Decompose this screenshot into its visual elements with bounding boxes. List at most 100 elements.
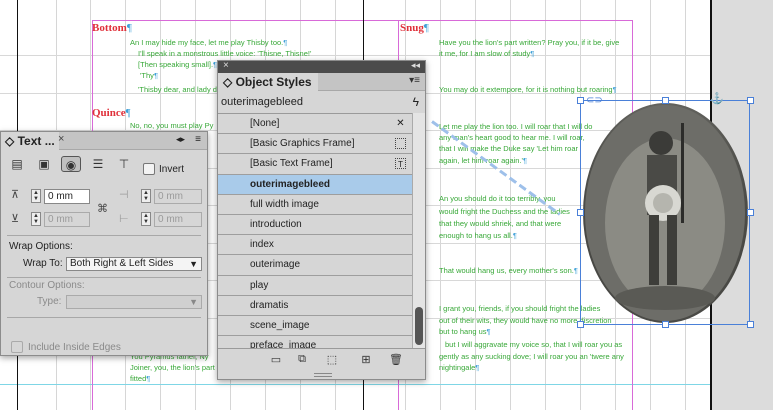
new-style-icon[interactable]: ⊞ [358,353,374,367]
margin-guide [92,20,632,21]
right-offset-stepper[interactable]: ▲ ▼ [141,212,151,226]
anchor-icon[interactable]: ⚓ [710,92,724,105]
frame-handle[interactable] [662,321,669,328]
chevron-down-icon: ▼ [189,297,198,307]
verse-line: Joiner, you, the lion's part [130,363,215,372]
contour-options-label: Contour Options: [9,280,85,291]
verse-line: Let me play the lion too. I will roar th… [439,122,593,131]
no-wrap-icon[interactable]: ▤ [7,156,27,172]
style-item[interactable]: [Basic Graphics Frame] [218,134,412,155]
verse-line: Have you the lion's part written? Pray y… [439,38,620,47]
panel-menu-icon[interactable]: ≡ [195,134,201,145]
style-item-label: [Basic Graphics Frame] [250,138,355,150]
verse-line: [Then speaking small].¶ [138,60,218,69]
panel-title: Object Styles [235,75,312,89]
jump-next-column-icon[interactable]: ⊤ [114,156,134,172]
include-inside-edges-checkbox[interactable] [11,341,23,353]
expand-icon[interactable]: ◂▸ [176,134,185,145]
top-offset-stepper[interactable]: ▲ ▼ [31,189,41,203]
wrap-object-shape-icon[interactable]: ◉ [61,156,81,172]
top-offset-field[interactable]: 0 mm [44,189,90,204]
wrap-to-select[interactable]: Both Right & Left Sides ▼ [66,257,202,271]
verse-line: nightingale¶ [439,363,480,372]
chevron-down-icon: ▼ [189,259,198,269]
bottom-offset-field[interactable]: 0 mm [44,212,90,227]
verse-line: but to hang us¶ [439,327,491,336]
chain-link-icon[interactable]: ⌘ [97,202,108,215]
baseline-guide [0,384,773,385]
verse-line: 'Thy¶ [140,71,158,80]
wrap-bounding-box-icon[interactable]: ▣ [34,156,54,172]
frame-handle[interactable] [747,321,754,328]
style-item-label: [Basic Text Frame] [250,158,333,170]
panel-tab-text-wrap[interactable]: ◇ Text ... [1,132,59,150]
frame-handle[interactable] [577,97,584,104]
frame-handle[interactable] [577,321,584,328]
frame-handle[interactable] [747,209,754,216]
left-offset-stepper[interactable]: ▲ ▼ [141,189,151,203]
verse-line: 'Thisby dear, and lady d [138,85,217,94]
panel-menu-icon[interactable]: ▾≡ [409,75,420,86]
style-item-label: outerimage [250,259,301,271]
bottom-offset-icon: ⊻ [11,213,20,225]
frame-handle[interactable] [662,97,669,104]
style-item[interactable]: play [218,276,412,296]
text-wrap-panel: ◇ Text ... × ◂▸ ≡ ▤ ▣ ◉ ☰ ⊤ Invert ⊼ ▲ ▼ … [0,131,208,356]
invert-label: Invert [159,164,185,175]
style-item[interactable]: full width image [218,195,412,215]
panel-collapse-icon: ◇ [5,134,15,148]
text-frame-icon: T [395,158,406,170]
style-item[interactable]: scene_image [218,316,412,337]
delete-icon[interactable]: 🗑 [388,353,404,367]
invert-checkbox[interactable] [143,163,155,175]
style-item[interactable]: index [218,235,412,256]
scrollbar-thumb[interactable] [415,307,423,345]
style-item-label: index [250,239,274,251]
panel-footer: ▭ ⧉ ⬚ ⊞ 🗑 [218,348,425,379]
jump-object-icon[interactable]: ☰ [88,156,108,172]
collapse-icon[interactable]: ◂◂ [411,60,420,71]
style-item-label: play [250,279,269,291]
verse-line: that I will make the Duke say 'Let him r… [439,144,578,153]
frame-handle[interactable] [747,97,754,104]
style-item[interactable]: dramatis [218,296,412,316]
type-label: Type: [37,296,62,307]
style-item[interactable]: [None] ✕ [218,114,412,135]
style-item-selected[interactable]: outerimagebleed [218,174,412,195]
speaker-label: Snug¶ [400,22,429,34]
panel-tab-object-styles[interactable]: ◇ Object Styles [218,73,318,91]
style-item[interactable]: outerimage [218,255,412,276]
verse-line: it me, for I am slow of study¶ [439,49,535,58]
style-item[interactable]: introduction [218,215,412,236]
link-icon[interactable]: ⊂⊃ [586,95,603,106]
style-item-label: full width image [250,198,319,210]
style-item-label: dramatis [250,299,289,311]
wrap-to-value: Both Right & Left Sides [70,258,174,269]
divider [7,277,201,278]
close-icon[interactable]: × [223,60,229,71]
list-scrollbar[interactable] [412,113,425,349]
right-offset-icon: ⊢ [119,213,129,225]
grid-line [0,55,773,56]
top-offset-icon: ⊼ [11,189,20,201]
panel-title: Text ... [17,134,55,148]
close-icon[interactable]: × [58,133,64,145]
left-offset-field[interactable]: 0 mm [154,189,202,204]
image-frame[interactable] [580,100,750,325]
quick-apply-icon[interactable]: ϟ [413,92,419,112]
style-list: [None] ✕ [Basic Graphics Frame] [Basic Te… [218,113,412,349]
current-style-display: outerimagebleed ϟ [218,92,425,112]
clear-overrides-icon[interactable]: ⬚ [324,353,340,367]
verse-line: No, no, you must play Py [130,121,214,130]
panel-collapse-icon: ◇ [223,75,233,89]
contour-type-select[interactable]: ▼ [66,295,202,309]
new-group-icon[interactable]: ▭ [268,353,284,367]
right-offset-field[interactable]: 0 mm [154,212,202,227]
frame-handle[interactable] [577,209,584,216]
link-style-icon[interactable]: ⧉ [294,353,310,367]
style-item[interactable]: [Basic Text Frame] T [218,154,412,175]
panel-titlebar[interactable]: × ◂◂ [218,60,425,73]
bottom-offset-stepper[interactable]: ▲ ▼ [31,212,41,226]
resize-grip[interactable] [314,373,332,377]
verse-line: that they would shriek, and that were [439,219,562,228]
